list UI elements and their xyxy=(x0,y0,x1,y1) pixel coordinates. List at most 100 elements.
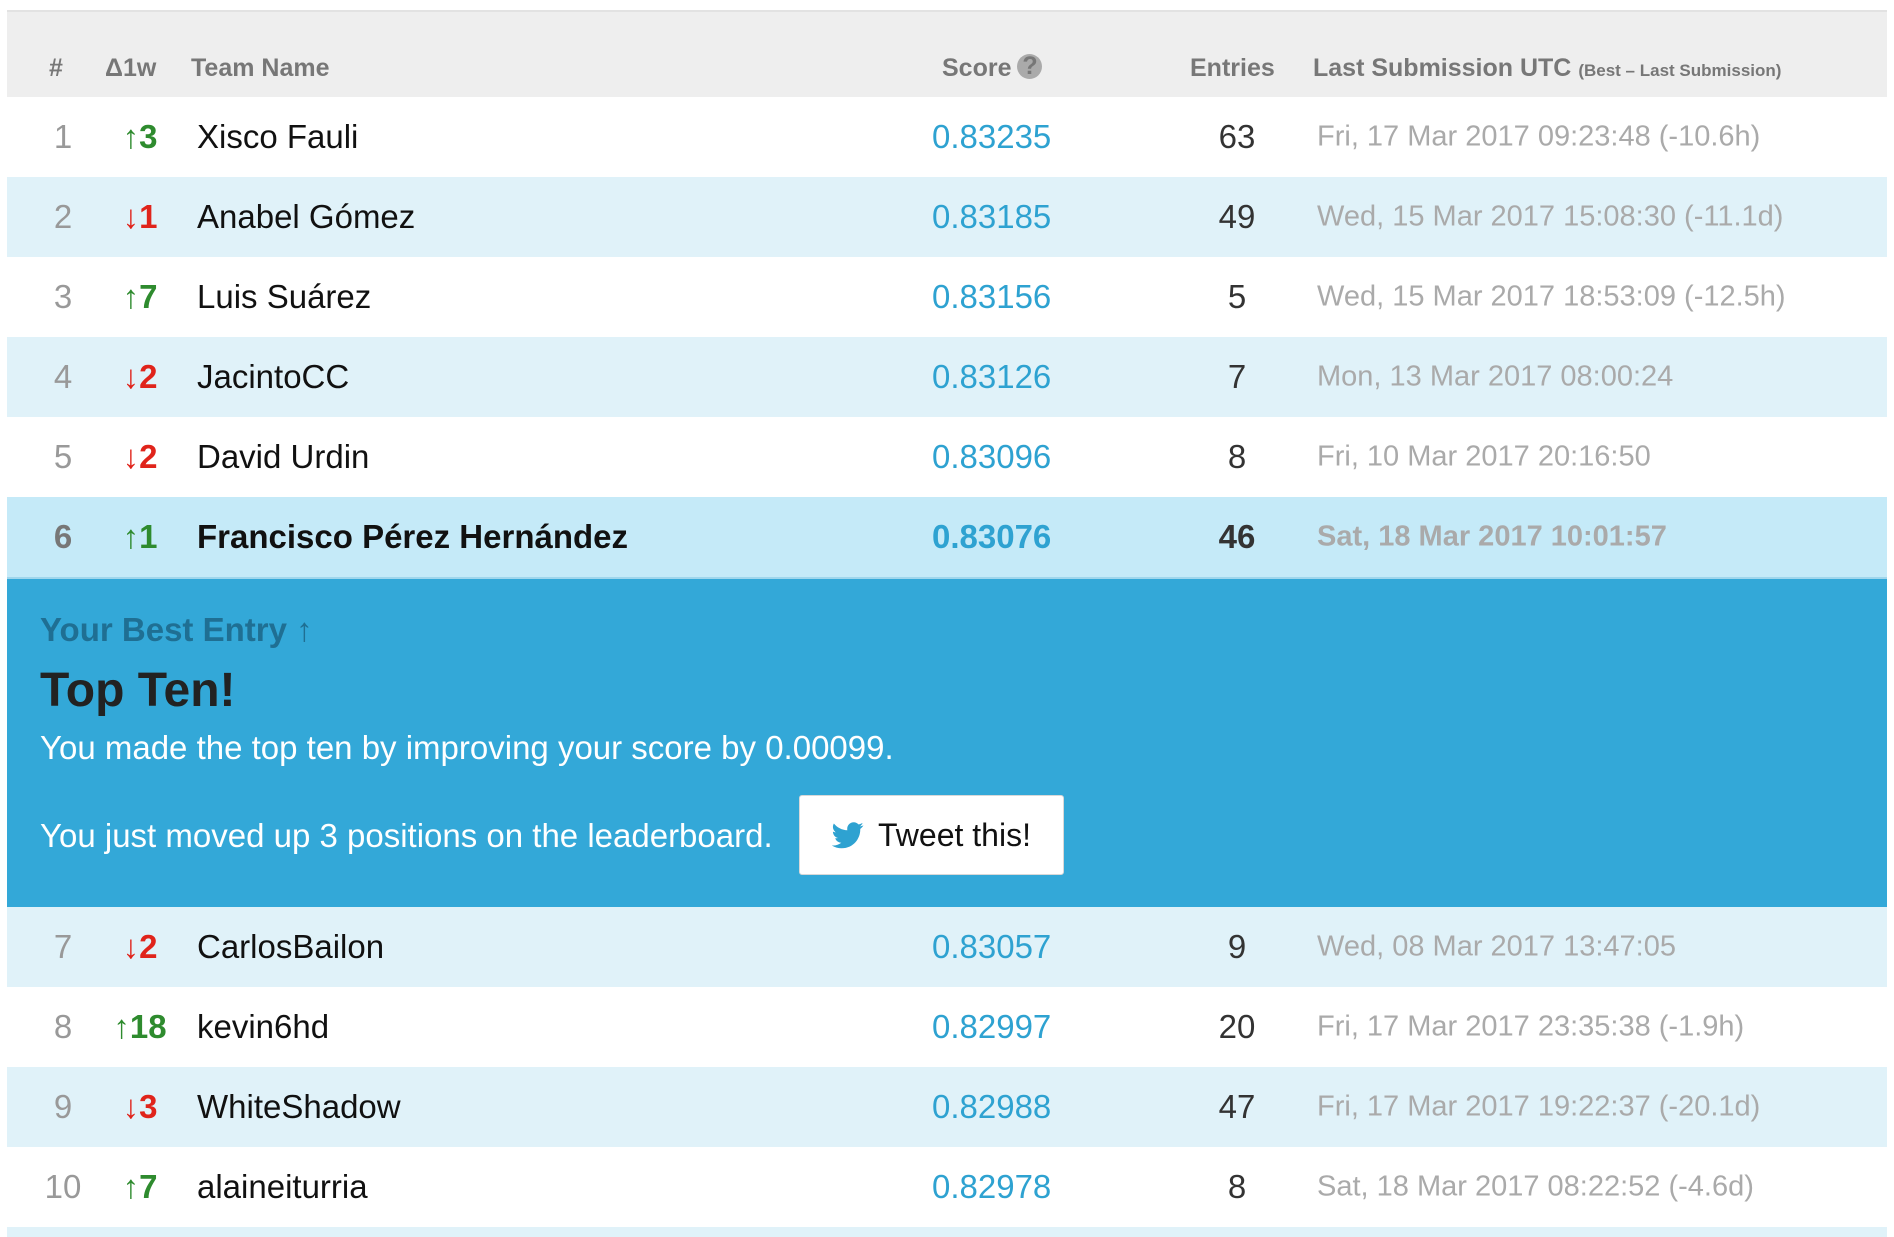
header-rank: # xyxy=(49,54,63,82)
team-name[interactable]: Luis Suárez xyxy=(197,278,371,316)
header-score-label: Score xyxy=(942,54,1012,82)
tweet-button-label: Tweet this! xyxy=(878,816,1031,853)
entries: 8 xyxy=(1227,1168,1247,1205)
banner-title: Top Ten! xyxy=(40,664,236,717)
score: 0.83076 xyxy=(932,518,1052,555)
team-name[interactable]: David Urdin xyxy=(197,438,369,476)
score: 0.82988 xyxy=(932,1088,1052,1125)
rank-change: ↓3 xyxy=(105,1088,175,1126)
arrow-down-icon: ↓ xyxy=(122,198,140,235)
twitter-bird-icon xyxy=(832,821,864,848)
last-submission: Fri, 17 Mar 2017 19:22:37 (-20.1d) xyxy=(1317,1090,1761,1123)
tweet-button[interactable]: Tweet this! xyxy=(799,795,1064,875)
table-row[interactable]: 1 ↑3 Xisco Fauli 0.83235 63 Fri, 17 Mar 2017 … xyxy=(7,97,1887,177)
leaderboard-table: # Δ1w Team Name Score? Entries Last Subm… xyxy=(7,10,1887,1237)
last-submission: Fri, 10 Mar 2017 20:16:50 xyxy=(1317,440,1651,473)
arrow-up-icon: ↑ xyxy=(122,118,140,155)
arrow-up-icon: ↑ xyxy=(122,1168,140,1205)
rank-change: ↓2 xyxy=(105,438,175,476)
rank-change-value: 1 xyxy=(139,198,158,235)
arrow-up-icon: ↑ xyxy=(122,278,140,315)
score: 0.82997 xyxy=(932,1008,1052,1045)
table-row[interactable]: 7 ↓2 CarlosBailon 0.83057 9 Wed, 08 Mar 2017 … xyxy=(7,907,1887,987)
table-row[interactable]: 8 ↑18 kevin6hd 0.82997 20 Fri, 17 Mar 2017 23… xyxy=(7,987,1887,1067)
arrow-up-icon: ↑ xyxy=(113,1008,130,1045)
arrow-down-icon: ↓ xyxy=(122,358,140,395)
score: 0.83057 xyxy=(932,928,1052,965)
last-submission: Wed, 15 Mar 2017 18:53:09 (-12.5h) xyxy=(1317,280,1786,313)
help-icon[interactable]: ? xyxy=(1017,54,1043,79)
score: 0.82978 xyxy=(932,1168,1052,1205)
last-submission: Wed, 08 Mar 2017 13:47:05 xyxy=(1317,930,1676,963)
last-submission: Sat, 18 Mar 2017 10:01:57 xyxy=(1317,520,1667,553)
last-submission: Mon, 13 Mar 2017 08:00:24 xyxy=(1317,360,1674,393)
team-name[interactable]: Francisco Pérez Hernández xyxy=(197,518,628,556)
entries: 46 xyxy=(1218,518,1256,555)
score: 0.83156 xyxy=(932,278,1052,315)
entries: 49 xyxy=(1218,198,1256,235)
header-last-note: (Best – Last Submission) xyxy=(1578,61,1782,80)
rank: 2 xyxy=(53,198,73,235)
table-header: # Δ1w Team Name Score? Entries Last Subm… xyxy=(7,10,1887,97)
rank: 1 xyxy=(53,118,73,155)
banner-kicker: Your Best Entry ↑ xyxy=(40,611,313,648)
entries: 5 xyxy=(1227,278,1247,315)
header-last-label: Last Submission UTC xyxy=(1313,54,1572,82)
rank-change: ↑7 xyxy=(105,278,175,316)
rank-change-value: 7 xyxy=(139,278,158,315)
team-name[interactable]: CarlosBailon xyxy=(197,928,384,966)
rank-change-value: 2 xyxy=(139,928,158,965)
last-submission: Fri, 17 Mar 2017 23:35:38 (-1.9h) xyxy=(1317,1010,1745,1043)
team-name[interactable]: kevin6hd xyxy=(197,1008,329,1046)
last-submission: Sat, 18 Mar 2017 08:22:52 (-4.6d) xyxy=(1317,1170,1754,1203)
entries: 7 xyxy=(1227,358,1247,395)
team-name[interactable]: Xisco Fauli xyxy=(197,118,358,156)
score: 0.83185 xyxy=(932,198,1052,235)
team-name[interactable]: JacintoCC xyxy=(197,358,349,396)
arrow-up-icon: ↑ xyxy=(122,518,140,555)
banner-message-score: You made the top ten by improving your s… xyxy=(40,729,894,766)
rank: 9 xyxy=(53,1088,73,1125)
rank: 10 xyxy=(44,1168,82,1205)
table-row[interactable]: 2 ↓1 Anabel Gómez 0.83185 49 Wed, 15 Mar 2017… xyxy=(7,177,1887,257)
arrow-down-icon: ↓ xyxy=(122,438,140,475)
best-entry-banner: Your Best Entry ↑ Top Ten! You made the … xyxy=(7,579,1887,907)
table-row[interactable]: 3 ↑7 Luis Suárez 0.83156 5 Wed, 15 Mar 2017 1… xyxy=(7,257,1887,337)
header-delta: Δ1w xyxy=(105,54,157,82)
score: 0.83235 xyxy=(932,118,1052,155)
rank: 4 xyxy=(53,358,73,395)
table-row[interactable]: 10 ↑7 alaineiturria 0.82978 8 Sat, 18 Mar 201… xyxy=(7,1147,1887,1227)
header-entries: Entries xyxy=(1190,54,1275,82)
last-submission: Wed, 15 Mar 2017 15:08:30 (-11.1d) xyxy=(1317,200,1784,233)
my-team-row[interactable]: 6 ↑1 Francisco Pérez Hernández 0.83076 4… xyxy=(7,497,1887,579)
team-name[interactable]: alaineiturria xyxy=(197,1168,368,1206)
team-name[interactable]: WhiteShadow xyxy=(197,1088,401,1126)
rank: 8 xyxy=(53,1008,73,1045)
rank-change-value: 3 xyxy=(139,118,158,155)
rank-change: ↑7 xyxy=(105,1168,175,1206)
arrow-down-icon: ↓ xyxy=(122,1088,140,1125)
rank-change-value: 2 xyxy=(139,438,158,475)
team-name[interactable]: Anabel Gómez xyxy=(197,198,415,236)
header-last-submission: Last Submission UTC (Best – Last Submiss… xyxy=(1313,54,1781,83)
score: 0.83096 xyxy=(932,438,1052,475)
last-submission: Fri, 17 Mar 2017 09:23:48 (-10.6h) xyxy=(1317,120,1761,153)
rank-change-value: 3 xyxy=(139,1088,158,1125)
entries: 20 xyxy=(1218,1008,1256,1045)
rank-change-value: 7 xyxy=(139,1168,158,1205)
arrow-down-icon: ↓ xyxy=(122,928,140,965)
rank-change: ↑1 xyxy=(105,518,175,556)
header-team-name: Team Name xyxy=(191,54,330,82)
rank-change: ↑18 xyxy=(105,1008,175,1046)
table-row[interactable]: 5 ↓2 David Urdin 0.83096 8 Fri, 10 Mar 2017 2… xyxy=(7,417,1887,497)
rank: 7 xyxy=(53,928,73,965)
table-row[interactable]: 4 ↓2 JacintoCC 0.83126 7 Mon, 13 Mar 2017 08:… xyxy=(7,337,1887,417)
entries: 8 xyxy=(1227,438,1247,475)
rank-change-value: 1 xyxy=(139,518,158,555)
rank: 5 xyxy=(53,438,73,475)
score: 0.83126 xyxy=(932,358,1052,395)
table-row[interactable]: 9 ↓3 WhiteShadow 0.82988 47 Fri, 17 Mar 2017 … xyxy=(7,1067,1887,1147)
rank-change-value: 2 xyxy=(139,358,158,395)
rank-change: ↓1 xyxy=(105,198,175,236)
rank: 3 xyxy=(53,278,73,315)
